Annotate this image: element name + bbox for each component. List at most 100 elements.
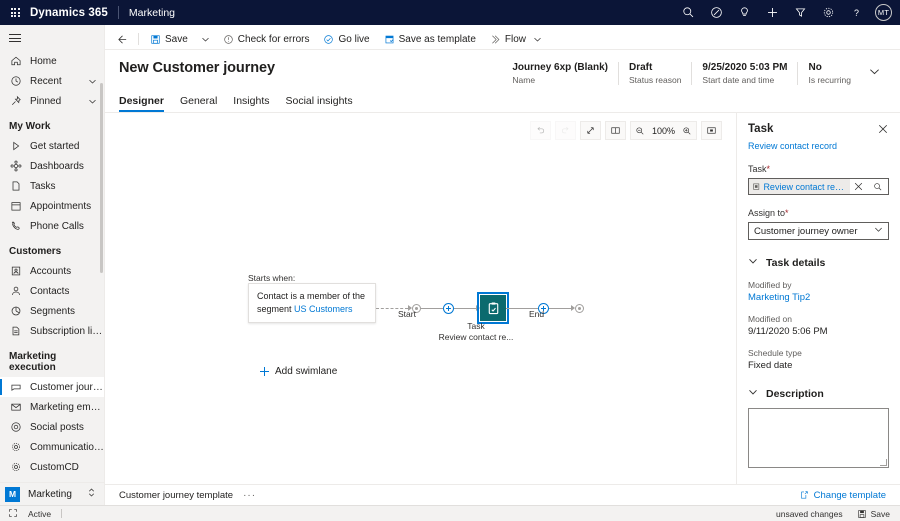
description-section-header[interactable]: Description	[748, 387, 889, 400]
sidebar-item-label: Communication D...	[30, 441, 104, 453]
zoom-in-icon	[683, 126, 691, 134]
lightbulb-icon[interactable]	[731, 0, 757, 25]
journey-canvas[interactable]: 100% Starts when: Contact is a member of…	[105, 113, 736, 484]
properties-subtitle-link[interactable]: Review contact record	[748, 141, 889, 151]
sidebar-group-title: Customers	[9, 246, 62, 257]
search-icon[interactable]	[675, 0, 701, 25]
sidebar-item-label: Marketing emails	[30, 401, 104, 413]
save-dropdown-button[interactable]	[196, 30, 215, 49]
sidebar-item-special-messages[interactable]: Special Messages	[0, 477, 104, 483]
sidebar-item-pinned[interactable]: Pinned	[0, 91, 104, 111]
sidebar-item-social-posts[interactable]: Social posts	[0, 417, 104, 437]
diagnostics-icon[interactable]	[703, 0, 729, 25]
tab-insights[interactable]: Insights	[233, 95, 269, 112]
sidebar-item-tasks[interactable]: Tasks	[0, 176, 104, 196]
sidebar-item-contacts[interactable]: Contacts	[0, 281, 104, 301]
sidebar-item-marketing-emails[interactable]: Marketing emails	[0, 397, 104, 417]
area-switcher-icon[interactable]	[87, 487, 104, 501]
area-label: Marketing	[28, 488, 72, 500]
sidebar-item-phone-calls[interactable]: Phone Calls	[0, 216, 104, 236]
app-name: Marketing	[128, 6, 176, 19]
app-launcher-icon[interactable]	[0, 8, 30, 17]
sidebar-item-accounts[interactable]: Accounts	[0, 261, 104, 281]
help-icon[interactable]: ?	[843, 0, 869, 25]
sidebar-toggle-button[interactable]	[0, 25, 104, 51]
fit-to-screen-button[interactable]	[701, 121, 722, 140]
area-badge: M	[5, 486, 20, 502]
tab-general[interactable]: General	[180, 95, 217, 112]
modified-by-value[interactable]: Marketing Tip2	[748, 292, 889, 303]
sidebar-item-dashboards[interactable]: Dashboards	[0, 156, 104, 176]
save-as-template-button[interactable]: Save as template	[378, 30, 482, 49]
area-switcher[interactable]: M Marketing	[0, 482, 104, 505]
sidebar-item-customcd[interactable]: CustomCD	[0, 457, 104, 477]
header-field-start-date[interactable]: 9/25/2020 5:03 PM Start date and time	[691, 62, 797, 85]
tab-designer[interactable]: Designer	[119, 95, 164, 112]
change-template-button[interactable]: Change template	[799, 490, 886, 501]
resize-icon[interactable]	[8, 508, 18, 520]
description-section-title: Description	[766, 387, 824, 400]
back-arrow-icon[interactable]	[111, 33, 133, 46]
close-icon[interactable]	[877, 123, 889, 138]
filter-icon[interactable]	[787, 0, 813, 25]
task-details-section-title: Task details	[766, 256, 826, 269]
chevron-down-icon	[202, 37, 209, 42]
sidebar-item-label: Contacts	[30, 285, 70, 297]
sidebar-item-customer-journeys[interactable]: Customer journeys	[0, 377, 104, 397]
end-node-label: End	[529, 309, 545, 319]
header-field-label: Name	[512, 75, 536, 85]
sidebar-scrollbar[interactable]	[100, 55, 103, 478]
task-details-section-header[interactable]: Task details	[748, 256, 889, 269]
schedule-type-label: Schedule type	[748, 348, 802, 358]
gear-icon[interactable]	[815, 0, 841, 25]
plus-icon[interactable]	[759, 0, 785, 25]
template-icon	[385, 35, 394, 43]
library-button[interactable]	[604, 121, 626, 140]
sidebar-item-home[interactable]: Home	[0, 51, 104, 71]
segment-link[interactable]: US Customers	[294, 304, 353, 314]
sidebar-item-appointments[interactable]: Appointments	[0, 196, 104, 216]
status-save-button[interactable]: Save	[857, 509, 890, 519]
redo-button[interactable]	[554, 121, 576, 140]
flow-button[interactable]: Flow	[484, 30, 548, 49]
header-field-is-recurring[interactable]: No Is recurring	[797, 62, 861, 85]
check-for-errors-button[interactable]: Check for errors	[217, 30, 316, 49]
properties-header: Task	[748, 123, 889, 138]
expand-button[interactable]	[579, 121, 601, 140]
clear-lookup-button[interactable]	[850, 182, 868, 191]
top-navigation-bar: Dynamics 365 Marketing ? MT	[0, 0, 900, 25]
go-live-button[interactable]: Go live	[317, 30, 375, 49]
add-swimlane-button[interactable]: Add swimlane	[260, 366, 337, 377]
save-button[interactable]: Save	[144, 30, 194, 49]
task-lookup-field[interactable]: Review contact record	[748, 178, 889, 195]
sidebar-item-get-started[interactable]: Get started	[0, 136, 104, 156]
assign-to-dropdown[interactable]: Customer journey owner	[748, 222, 889, 240]
zoom-level: 100%	[651, 125, 675, 136]
trigger-card[interactable]: Contact is a member of the segment US Cu…	[248, 283, 376, 323]
sidebar-item-segments[interactable]: Segments	[0, 301, 104, 321]
assign-to-label-text: Assign to	[748, 208, 786, 218]
header-expand-button[interactable]	[861, 62, 886, 80]
sidebar-item-communication-d[interactable]: Communication D...	[0, 437, 104, 457]
sidebar-item-subscription-lists[interactable]: Subscription lists	[0, 321, 104, 341]
avatar[interactable]: MT	[875, 4, 892, 21]
sidebar-item-label: Customer journeys	[30, 381, 104, 393]
end-node[interactable]	[575, 303, 584, 313]
description-textarea[interactable]	[748, 408, 889, 468]
header-field-name[interactable]: Journey 6xp (Blank) Name	[502, 62, 618, 85]
add-tile-button-1[interactable]	[443, 302, 454, 314]
canvas-toolbar: 100%	[529, 121, 722, 140]
header-field-status-reason[interactable]: Draft Status reason	[617, 62, 691, 85]
sidebar-item-label: Special Messages	[30, 482, 104, 483]
lookup-chip[interactable]: Review contact record	[749, 179, 850, 194]
task-tile[interactable]	[477, 292, 509, 324]
task-icon	[9, 180, 22, 193]
sidebar-item-label: Subscription lists	[30, 325, 104, 337]
undo-button[interactable]	[529, 121, 551, 140]
fit-to-screen-icon	[707, 127, 716, 134]
sidebar-item-recent[interactable]: Recent	[0, 71, 104, 91]
unsaved-changes-text: unsaved changes	[775, 508, 843, 519]
zoom-controls[interactable]: 100%	[629, 121, 697, 140]
tab-social-insights[interactable]: Social insights	[285, 95, 352, 112]
lookup-search-button[interactable]	[868, 182, 888, 192]
